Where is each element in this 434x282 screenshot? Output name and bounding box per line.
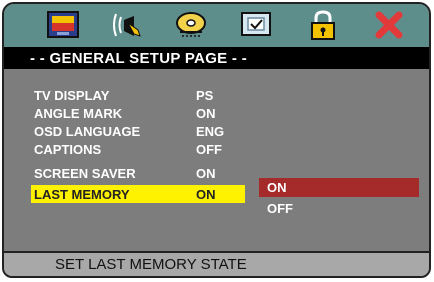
lock-icon[interactable] (304, 8, 342, 41)
picture-icon[interactable] (44, 8, 82, 41)
menu-item-angle-mark[interactable]: ANGLE MARK ON (34, 104, 244, 122)
dvd-setup-screen: - - GENERAL SETUP PAGE - - TV DISPLAY PS… (2, 2, 431, 278)
option-label: OFF (267, 201, 293, 216)
speaker-icon[interactable] (109, 8, 147, 41)
menu-item-value: ENG (196, 124, 225, 139)
option-off[interactable]: OFF (259, 199, 419, 218)
menu-item-value: PS (196, 88, 214, 103)
page-title: - - GENERAL SETUP PAGE - - (30, 50, 247, 67)
menu-item-label: CAPTIONS (34, 142, 102, 157)
status-footer: SET LAST MEMORY STATE (4, 251, 429, 276)
menu-item-value: ON (196, 187, 216, 202)
menu-item-label: OSD LANGUAGE (34, 124, 141, 139)
close-icon[interactable] (370, 8, 408, 41)
menu-item-captions[interactable]: CAPTIONS OFF (34, 140, 244, 158)
menu-item-label: SCREEN SAVER (34, 166, 136, 181)
disc-icon[interactable] (172, 8, 210, 41)
menu-item-tv-display[interactable]: TV DISPLAY PS (34, 86, 244, 104)
menu-item-value: ON (196, 166, 216, 181)
option-on[interactable]: ON (259, 178, 419, 197)
menu-item-value: OFF (196, 142, 222, 157)
option-label: ON (267, 180, 287, 195)
status-text: SET LAST MEMORY STATE (55, 256, 247, 273)
menu-item-label: ANGLE MARK (34, 106, 123, 121)
menu-item-label: LAST MEMORY (34, 187, 130, 202)
setup-toolbar (4, 4, 429, 47)
menu-item-osd-language[interactable]: OSD LANGUAGE ENG (34, 122, 244, 140)
video-settings-icon[interactable] (237, 8, 275, 41)
menu-item-last-memory[interactable]: LAST MEMORY ON (31, 185, 245, 203)
page-header: - - GENERAL SETUP PAGE - - (4, 47, 429, 69)
menu-item-label: TV DISPLAY (34, 88, 110, 103)
menu-item-screen-saver[interactable]: SCREEN SAVER ON (34, 164, 244, 182)
menu-item-value: ON (196, 106, 216, 121)
